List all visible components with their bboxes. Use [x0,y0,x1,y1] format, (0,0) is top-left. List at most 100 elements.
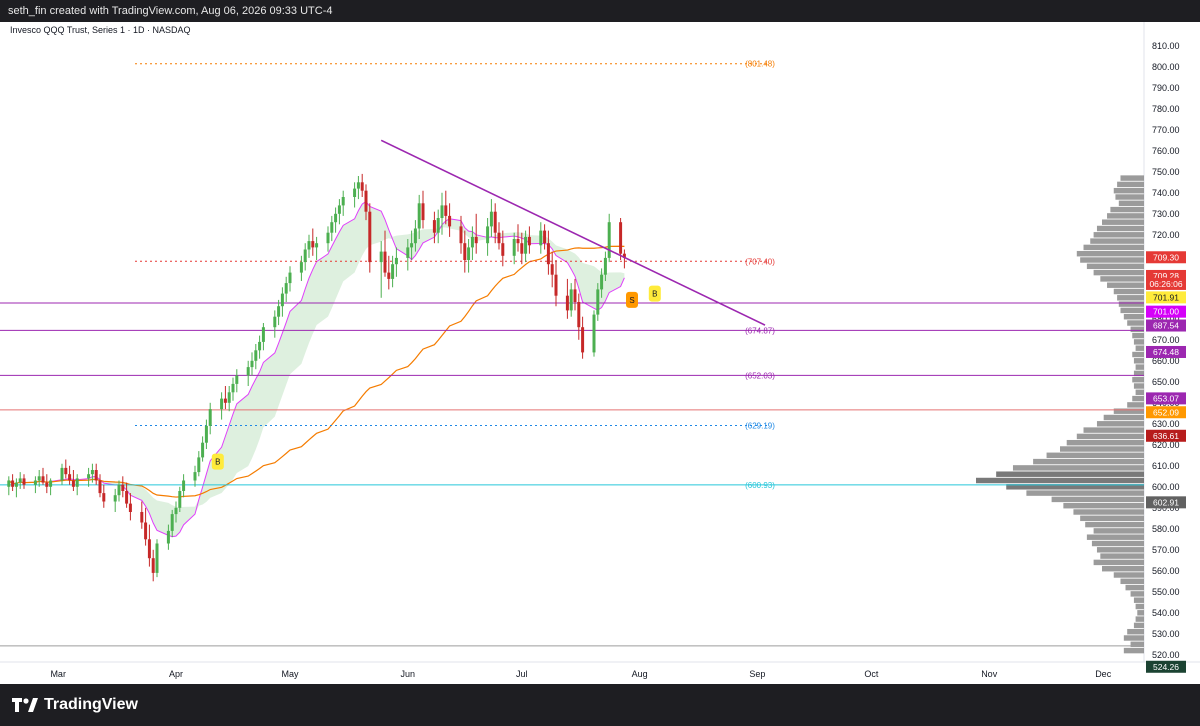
y-tick-label: 530.00 [1152,629,1180,639]
price-label-text: 701.00 [1153,307,1179,317]
candle-body [368,211,372,263]
candle-body [250,360,254,368]
candle-body [227,392,231,403]
candle-body [94,470,98,481]
volume-profile-bar [1133,597,1144,603]
candle-body [459,226,463,244]
signal-text: B [215,458,220,467]
x-month-label: Jul [516,669,528,679]
volume-profile-bar [1086,263,1144,270]
volume-profile-bar [1132,395,1144,402]
y-tick-label: 600.00 [1152,482,1180,492]
candle-body [353,188,357,197]
credit-bar: seth_fin created with TradingView.com, A… [0,0,1200,22]
volume-profile-bar [1132,351,1144,358]
volume-profile-bar [1107,282,1144,288]
volume-profile-bar [1046,452,1144,459]
candle-body [539,230,543,246]
candlestick-chart[interactable]: 520.00 530.00 540.00 550.00 560.00 570.00 580.… [0,22,1200,684]
y-tick-label: 720.00 [1152,230,1180,240]
candle-body [182,480,186,491]
candle-body [113,495,117,502]
volume-profile-bar [1096,421,1144,427]
price-label-text: 653.07 [1153,393,1179,403]
price-label-text: 636.61 [1153,431,1179,441]
y-tick-label: 650.00 [1152,377,1180,387]
candle-body [144,522,148,540]
chart-title: Invesco QQQ Trust, Series 1 · 1D · NASDA… [10,25,191,35]
y-tick-label: 520.00 [1152,650,1180,660]
candle-body [474,236,478,244]
volume-profile-bar [1033,458,1144,465]
y-tick-label: 630.00 [1152,419,1180,429]
candle-body [90,470,94,475]
candle-body [201,442,205,458]
x-month-label: Aug [632,669,648,679]
signal-text: S [629,296,634,305]
candle-body [501,243,505,256]
volume-profile-bar [1123,635,1144,641]
candle-body [246,367,250,376]
volume-profile-bar [1060,446,1144,452]
volume-profile-bar [1073,509,1144,515]
candle-body [299,262,303,273]
tradingview-logo[interactable]: TradingView [12,696,138,714]
candle-body [410,243,414,248]
candle-body [147,539,151,559]
volume-profile-bar [1118,200,1144,207]
volume-profile-bar [1086,534,1144,540]
chart-area[interactable]: 520.00 530.00 540.00 550.00 560.00 570.00 580.… [0,22,1200,684]
volume-profile-bar [1103,414,1144,421]
candle-body [223,398,227,403]
candle-body [467,247,471,260]
volume-profile-bar [1093,528,1144,534]
volume-profile-bar [1127,320,1144,326]
volume-profile-bar [1113,572,1144,578]
y-tick-label: 800.00 [1152,62,1180,72]
candle-body [581,327,585,353]
candle-body [356,182,360,189]
candle-body [174,507,178,515]
x-month-label: Mar [50,669,66,679]
volume-profile-bar [1120,578,1144,585]
candle-body [166,530,170,544]
volume-profile-bar [1137,610,1144,616]
y-tick-label: 780.00 [1152,104,1180,114]
volume-profile-bar [1107,213,1144,219]
candle-body [379,251,383,263]
volume-profile-bar [1012,465,1144,471]
candle-body [619,222,623,254]
y-tick-label: 770.00 [1152,125,1180,135]
volume-profile-bar [1130,591,1144,597]
candle-body [603,257,607,275]
candle-body [140,512,144,523]
candle-body [49,480,53,487]
candle-body [71,480,75,487]
footer: TradingView [0,684,1200,726]
candle-body [417,203,421,229]
candle-body [87,474,91,479]
y-tick-label: 570.00 [1152,545,1180,555]
y-tick-label: 740.00 [1152,188,1180,198]
candle-body [577,302,581,328]
candle-body [573,289,577,302]
level-label: (707.40) [745,257,775,266]
volume-profile-bar [1133,383,1144,389]
volume-profile-bar [1123,313,1144,320]
signal-text: B [652,290,657,299]
candle-body [14,482,18,487]
volume-profile-bar [1091,540,1144,547]
volume-profile-bar [1113,408,1144,414]
volume-profile-bar [1113,288,1144,295]
candle-body [394,257,398,265]
volume-profile-bar [1051,496,1144,503]
volume-profile-bar [1132,376,1144,383]
x-month-label: Dec [1095,669,1112,679]
candle-body [121,484,125,491]
volume-profile-bar [1125,584,1144,591]
candle-body [128,503,132,512]
volume-profile-bar [1110,206,1144,213]
y-tick-label: 580.00 [1152,524,1180,534]
candle-body [341,197,345,206]
volume-profile-bar [1132,332,1144,339]
